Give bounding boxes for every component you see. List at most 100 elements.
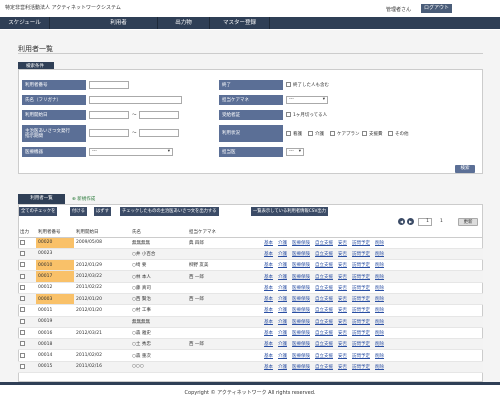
manager-select[interactable]: --- — [286, 96, 328, 104]
action-link[interactable]: 介護 — [278, 342, 287, 347]
action-link[interactable]: 削除 — [375, 263, 384, 268]
action-link[interactable]: 安否 — [338, 263, 347, 268]
user-no-input[interactable] — [89, 81, 129, 89]
doctor-select[interactable]: --- — [286, 148, 304, 156]
check-all-button[interactable]: 付ける — [70, 207, 87, 216]
action-link[interactable]: 安否 — [338, 354, 347, 359]
action-link[interactable]: 削除 — [375, 320, 384, 325]
action-link[interactable]: 介護 — [278, 365, 287, 370]
prev-page-icon[interactable]: ◀ — [398, 218, 405, 225]
search-button[interactable]: 検索 — [455, 165, 475, 173]
action-link[interactable]: 削除 — [375, 252, 384, 257]
action-link[interactable]: 介護 — [278, 308, 287, 313]
action-link[interactable]: 介護 — [278, 252, 287, 257]
action-link[interactable]: 訪問予定 — [352, 241, 370, 246]
action-link[interactable]: 安否 — [338, 286, 347, 291]
action-link[interactable]: 基本 — [264, 354, 273, 359]
tab-user-list[interactable]: 利用者一覧 — [18, 194, 65, 204]
action-link[interactable]: 基本 — [264, 331, 273, 336]
action-link[interactable]: 基本 — [264, 275, 273, 280]
action-link[interactable]: 介護 — [278, 320, 287, 325]
action-link[interactable]: 削除 — [375, 331, 384, 336]
action-link[interactable]: 自立支援 — [315, 241, 333, 246]
new-user-link[interactable]: ⊕ 新規作成 — [72, 196, 95, 202]
action-link[interactable]: 削除 — [375, 308, 384, 313]
row-checkbox[interactable] — [20, 239, 25, 245]
page-input[interactable]: 1 — [418, 218, 432, 226]
action-link[interactable]: 削除 — [375, 241, 384, 246]
action-link[interactable]: 訪問予定 — [352, 320, 370, 325]
action-link[interactable]: 安否 — [338, 365, 347, 370]
update-button[interactable]: 更新 — [458, 218, 478, 226]
action-link[interactable]: 削除 — [375, 365, 384, 370]
action-link[interactable]: 医療保険 — [292, 342, 310, 347]
row-checkbox[interactable] — [20, 352, 25, 358]
nav-schedule[interactable]: スケジュール — [0, 17, 50, 29]
action-link[interactable]: 医療保険 — [292, 297, 310, 302]
action-link[interactable]: 訪問予定 — [352, 342, 370, 347]
row-checkbox[interactable] — [20, 250, 25, 256]
action-link[interactable]: 介護 — [278, 241, 287, 246]
logout-button[interactable]: ログアウト — [421, 4, 452, 13]
action-link[interactable]: 安否 — [338, 331, 347, 336]
start-date-from[interactable] — [89, 111, 129, 119]
action-link[interactable]: 医療保険 — [292, 252, 310, 257]
uncheck-all-button[interactable]: はずす — [94, 207, 111, 216]
start-date-to[interactable] — [139, 111, 179, 119]
action-link[interactable]: 自立支援 — [315, 320, 333, 325]
action-link[interactable]: 介護 — [278, 297, 287, 302]
status-support-checkbox[interactable] — [362, 131, 367, 136]
action-link[interactable]: 自立支援 — [315, 286, 333, 291]
action-link[interactable]: 訪問予定 — [352, 252, 370, 257]
action-link[interactable]: 削除 — [375, 275, 384, 280]
greeting-from[interactable] — [89, 129, 129, 137]
action-link[interactable]: 安否 — [338, 241, 347, 246]
action-link[interactable]: 削除 — [375, 286, 384, 291]
row-checkbox[interactable] — [20, 284, 25, 290]
csv-output-button[interactable]: 一覧表示している利用者情報CSV出力 — [251, 207, 328, 216]
action-link[interactable]: 訪問予定 — [352, 263, 370, 268]
action-link[interactable]: 基本 — [264, 297, 273, 302]
action-link[interactable]: 基本 — [264, 263, 273, 268]
action-link[interactable]: 安否 — [338, 342, 347, 347]
action-link[interactable]: 訪問予定 — [352, 308, 370, 313]
action-link[interactable]: 基本 — [264, 365, 273, 370]
row-checkbox[interactable] — [20, 273, 25, 279]
action-link[interactable]: 医療保険 — [292, 331, 310, 336]
action-link[interactable]: 削除 — [375, 342, 384, 347]
action-link[interactable]: 安否 — [338, 275, 347, 280]
action-link[interactable]: 基本 — [264, 286, 273, 291]
action-link[interactable]: 訪問予定 — [352, 275, 370, 280]
action-link[interactable]: 削除 — [375, 354, 384, 359]
action-link[interactable]: 安否 — [338, 308, 347, 313]
action-link[interactable]: 訪問予定 — [352, 354, 370, 359]
row-checkbox[interactable] — [20, 307, 25, 313]
status-care-checkbox[interactable] — [308, 131, 313, 136]
action-link[interactable]: 自立支援 — [315, 263, 333, 268]
status-other-checkbox[interactable] — [388, 131, 393, 136]
action-link[interactable]: 自立支援 — [315, 308, 333, 313]
cert-expire-checkbox[interactable] — [286, 112, 291, 117]
action-link[interactable]: 医療保険 — [292, 241, 310, 246]
action-link[interactable]: 医療保険 — [292, 286, 310, 291]
action-link[interactable]: 医療保険 — [292, 365, 310, 370]
action-link[interactable]: 基本 — [264, 241, 273, 246]
include-ended-checkbox[interactable] — [286, 82, 291, 87]
row-checkbox[interactable] — [20, 330, 25, 336]
action-link[interactable]: 介護 — [278, 331, 287, 336]
nav-outputs[interactable]: 出力物 — [158, 17, 210, 29]
action-link[interactable]: 基本 — [264, 252, 273, 257]
action-link[interactable]: 医療保険 — [292, 263, 310, 268]
action-link[interactable]: 基本 — [264, 308, 273, 313]
row-checkbox[interactable] — [20, 363, 25, 369]
status-nursing-checkbox[interactable] — [286, 131, 291, 136]
action-link[interactable]: 医療保険 — [292, 275, 310, 280]
action-link[interactable]: 自立支援 — [315, 331, 333, 336]
action-link[interactable]: 基本 — [264, 320, 273, 325]
action-link[interactable]: 自立支援 — [315, 252, 333, 257]
action-link[interactable]: 自立支援 — [315, 275, 333, 280]
action-link[interactable]: 自立支援 — [315, 342, 333, 347]
action-link[interactable]: 介護 — [278, 263, 287, 268]
action-link[interactable]: 安否 — [338, 320, 347, 325]
action-link[interactable]: 介護 — [278, 286, 287, 291]
